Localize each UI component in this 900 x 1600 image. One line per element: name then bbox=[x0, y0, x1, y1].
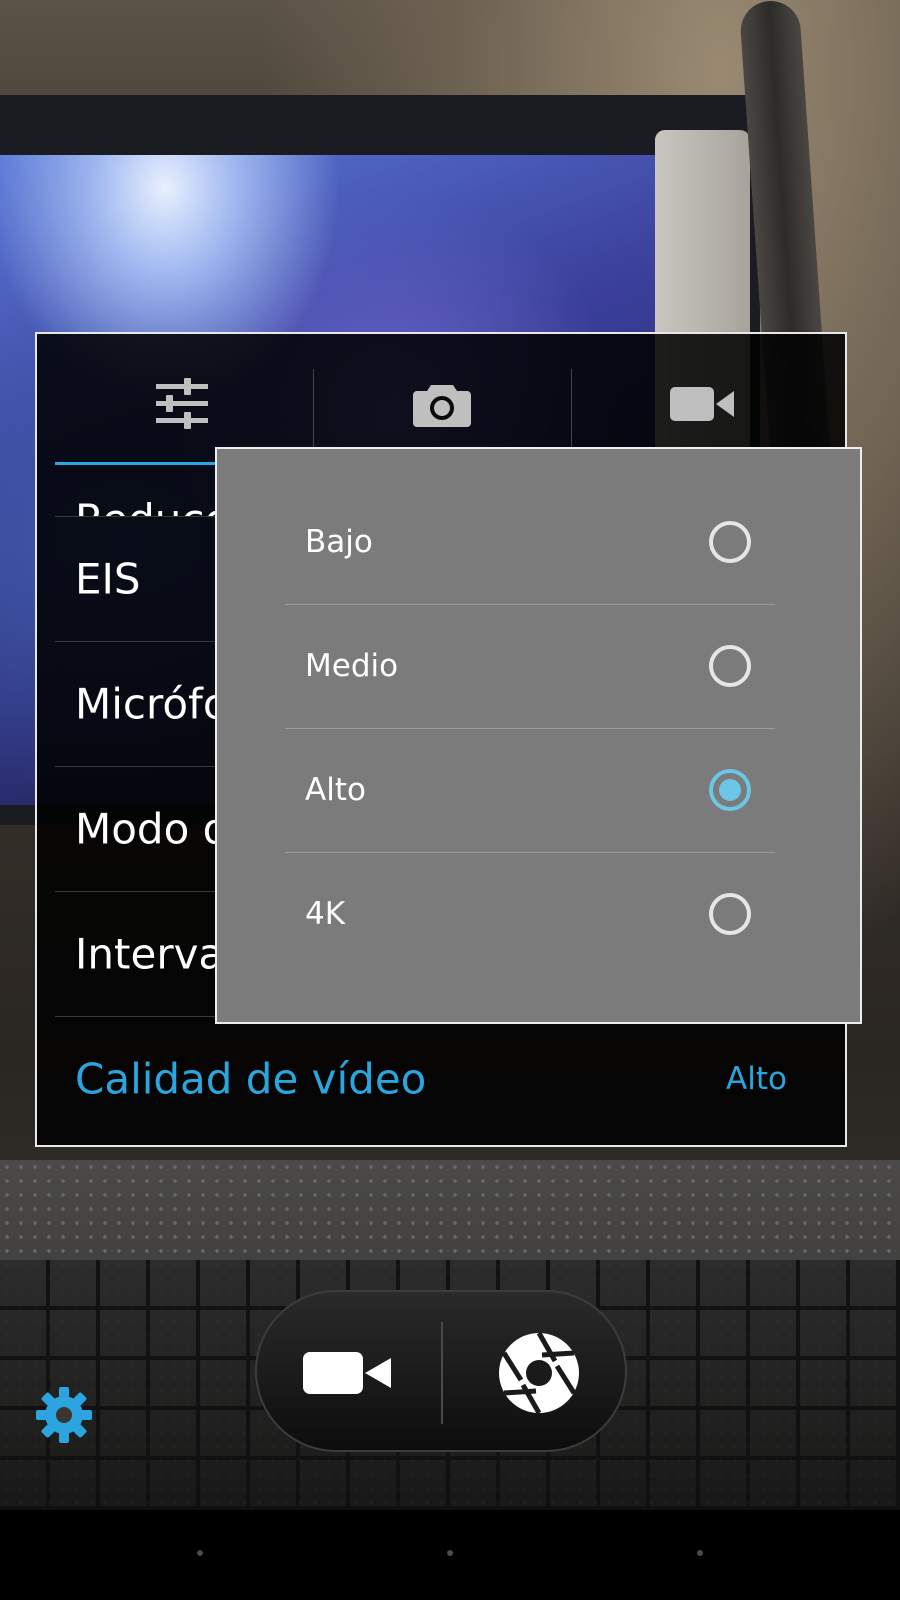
setting-label: Calidad de vídeo bbox=[75, 1054, 427, 1104]
pill-divider bbox=[441, 1322, 443, 1424]
navigation-bar bbox=[0, 1510, 900, 1600]
setting-video-quality[interactable]: Calidad de vídeo Alto bbox=[55, 1017, 827, 1141]
option-label: Medio bbox=[305, 648, 399, 684]
gear-icon bbox=[36, 1387, 92, 1443]
tab-photo[interactable] bbox=[377, 364, 507, 444]
setting-label: EIS bbox=[75, 554, 141, 604]
radio-button-selected[interactable] bbox=[709, 769, 751, 811]
tab-divider bbox=[313, 369, 314, 449]
option-label: Alto bbox=[305, 772, 366, 808]
setting-label: Interval bbox=[75, 929, 236, 979]
nav-back-dot[interactable] bbox=[197, 1550, 203, 1556]
setting-label: Reducc bbox=[75, 495, 228, 516]
nav-home-dot[interactable] bbox=[447, 1550, 453, 1556]
record-video-button[interactable] bbox=[297, 1323, 397, 1423]
tab-video[interactable] bbox=[637, 364, 767, 444]
setting-label: Modo d bbox=[75, 804, 230, 854]
shutter-button[interactable] bbox=[489, 1323, 589, 1423]
radio-button[interactable] bbox=[709, 521, 751, 563]
video-quality-dialog: Bajo Medio Alto 4K bbox=[215, 447, 862, 1024]
settings-button[interactable] bbox=[34, 1385, 94, 1445]
sliders-icon bbox=[156, 378, 208, 429]
option-label: 4K bbox=[305, 896, 346, 932]
radio-button[interactable] bbox=[709, 645, 751, 687]
option-alto[interactable]: Alto bbox=[285, 728, 775, 853]
radio-button[interactable] bbox=[709, 893, 751, 935]
tab-divider bbox=[571, 369, 572, 449]
camera-icon bbox=[413, 385, 471, 427]
option-bajo[interactable]: Bajo bbox=[285, 480, 775, 605]
option-label: Bajo bbox=[305, 524, 373, 560]
tab-general[interactable] bbox=[117, 364, 247, 444]
video-camera-icon bbox=[303, 1352, 391, 1394]
shutter-icon bbox=[499, 1331, 579, 1415]
option-4k[interactable]: 4K bbox=[285, 852, 775, 976]
option-medio[interactable]: Medio bbox=[285, 604, 775, 729]
settings-tabs bbox=[37, 334, 845, 465]
setting-value: Alto bbox=[726, 1061, 787, 1097]
capture-controls bbox=[255, 1290, 627, 1452]
nav-recents-dot[interactable] bbox=[697, 1550, 703, 1556]
setting-label: Micrófo bbox=[75, 679, 229, 729]
video-camera-icon bbox=[670, 387, 734, 421]
